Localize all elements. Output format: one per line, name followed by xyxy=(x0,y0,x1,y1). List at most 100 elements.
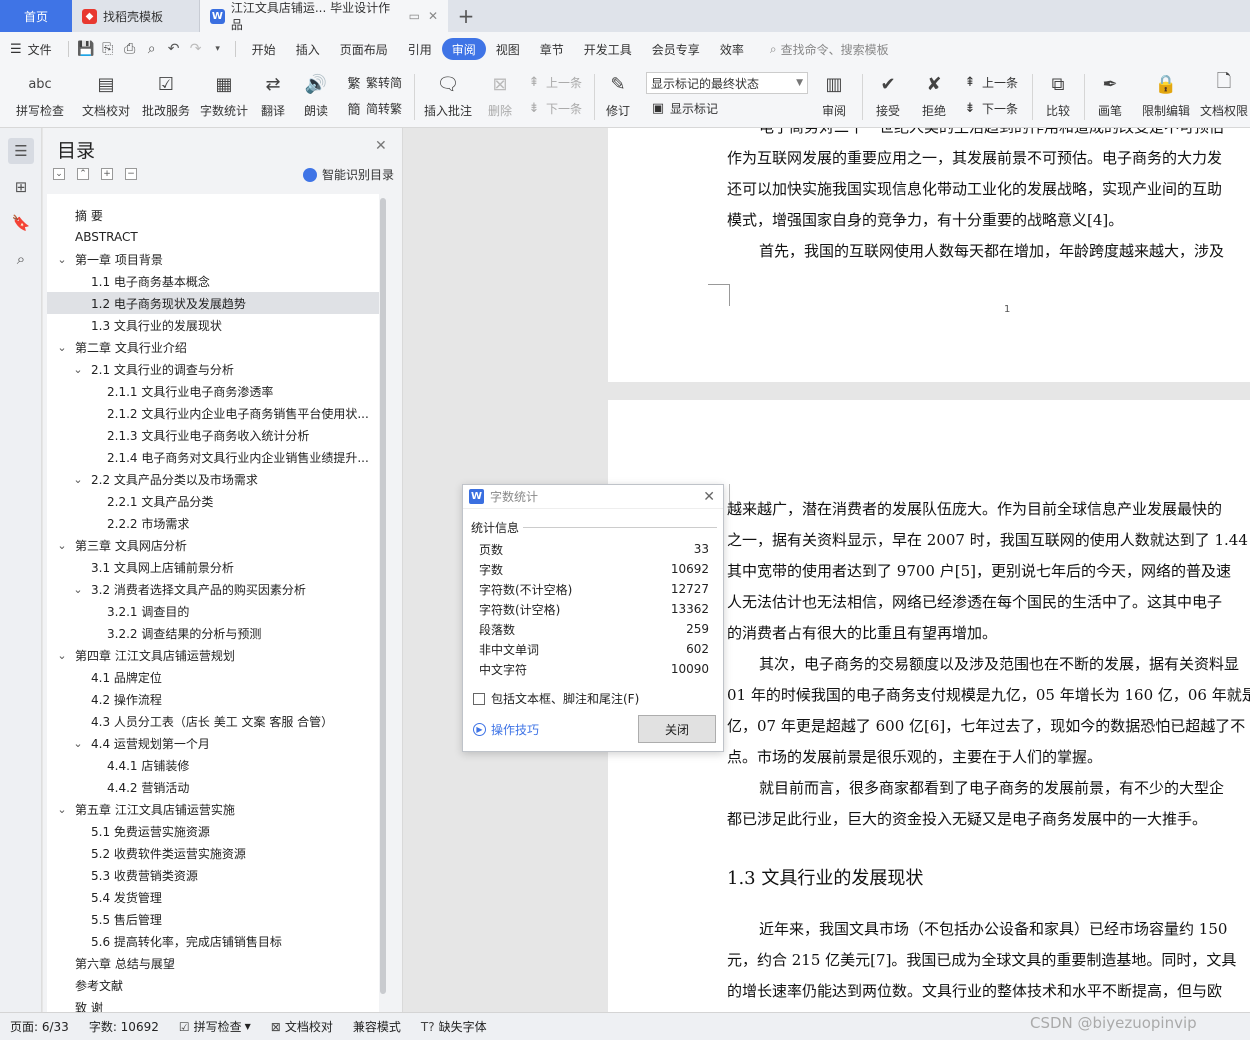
toc-item[interactable]: 4.2 操作流程 xyxy=(47,688,379,710)
prev-change-button[interactable]: ⇞ 上一条 xyxy=(962,74,1018,91)
new-tab-button[interactable]: + xyxy=(448,0,484,32)
menu-insert[interactable]: 插入 xyxy=(286,38,330,60)
insert-comment-button[interactable]: 🗨 插入批注 xyxy=(422,70,474,119)
toc-item[interactable]: 5.5 售后管理 xyxy=(47,908,379,930)
menu-review[interactable]: 审阅 xyxy=(441,38,486,60)
toc-item[interactable]: 3.1 文具网上店铺前景分析 xyxy=(47,556,379,578)
toc-item[interactable]: 2.1.2 文具行业内企业电子商务销售平台使用状... xyxy=(47,402,379,424)
chevron-down-icon[interactable]: ⌄ xyxy=(71,583,85,596)
compare-button[interactable]: ⧉ 比较 xyxy=(1040,70,1076,119)
document-permission-button[interactable]: 🗋 文档权限 xyxy=(1198,70,1250,119)
print-preview-icon[interactable]: ⌕ xyxy=(141,38,163,60)
accept-change-button[interactable]: ✔ 接受 xyxy=(870,70,906,119)
track-changes-button[interactable]: ✎ 修订 xyxy=(600,70,636,119)
word-count-button[interactable]: ▦ 字数统计 xyxy=(198,70,250,119)
toc-item[interactable]: 2.2.2 市场需求 xyxy=(47,512,379,534)
toc-item[interactable]: 摘 要 xyxy=(47,204,379,226)
chevron-down-icon[interactable]: ⌄ xyxy=(55,649,69,662)
prev-comment-button[interactable]: ⇞ 上一条 xyxy=(526,74,582,91)
toc-item[interactable]: 3.2.1 调查目的 xyxy=(47,600,379,622)
tab-document[interactable]: W 江江文具店铺运... 毕业设计作品 ▭ ✕ xyxy=(200,0,448,32)
chevron-down-icon[interactable]: ⌄ xyxy=(71,473,85,486)
search-icon[interactable]: ⌕ xyxy=(8,246,34,272)
menu-developer[interactable]: 开发工具 xyxy=(574,38,642,60)
export-pdf-icon[interactable]: ⎘ xyxy=(97,38,119,60)
toc-item[interactable]: 1.3 文具行业的发展现状 xyxy=(47,314,379,336)
missing-font[interactable]: T? 缺失字体 xyxy=(411,1018,497,1035)
tab-pin-icon[interactable]: ▭ xyxy=(409,9,420,23)
tab-close-icon[interactable]: ✕ xyxy=(428,9,438,23)
chevron-down-icon[interactable]: ⌄ xyxy=(55,539,69,552)
batch-service-button[interactable]: ☑ 批改服务 xyxy=(140,70,192,119)
tab-home[interactable]: 首页 xyxy=(0,0,72,32)
collapse-all-icon[interactable]: ⌃ xyxy=(77,168,89,180)
toc-item[interactable]: 参考文献 xyxy=(47,974,379,996)
add-heading-icon[interactable]: + xyxy=(101,168,113,180)
spell-check-button[interactable]: abc 拼写检查 xyxy=(10,70,70,119)
remove-heading-icon[interactable]: − xyxy=(125,168,137,180)
menu-page-layout[interactable]: 页面布局 xyxy=(330,38,398,60)
chevron-down-icon[interactable]: ⌄ xyxy=(71,363,85,376)
close-button[interactable]: 关闭 xyxy=(638,715,716,743)
toc-item[interactable]: 1.1 电子商务基本概念 xyxy=(47,270,379,292)
toc-item[interactable]: 5.1 免费运营实施资源 xyxy=(47,820,379,842)
page-indicator[interactable]: 页面: 6/33 xyxy=(0,1018,79,1035)
translate-button[interactable]: ⇄ 翻译 xyxy=(256,70,290,119)
close-icon[interactable]: ✕ xyxy=(375,138,387,154)
toc-item[interactable]: 4.4.2 营销活动 xyxy=(47,776,379,798)
proofread-button[interactable]: ▤ 文档校对 xyxy=(80,70,132,119)
review-pane-button[interactable]: ▥ 审阅 xyxy=(816,70,852,119)
close-icon[interactable]: ✕ xyxy=(703,489,715,505)
toc-scrollbar[interactable] xyxy=(379,194,387,1012)
toc-item[interactable]: 1.2 电子商务现状及发展趋势 xyxy=(47,292,379,314)
word-count-indicator[interactable]: 字数: 10692 xyxy=(79,1018,169,1035)
document-page-1[interactable]: 1 电子商务对二十一世纪人类的生活趋到的作用和道成的改变是不可预估作为互联网发展… xyxy=(608,128,1250,382)
checkbox-icon[interactable] xyxy=(473,692,485,705)
chapter-nav-icon[interactable]: ⊞ xyxy=(8,174,34,200)
reject-change-button[interactable]: ✘ 拒绝 xyxy=(916,70,952,119)
toc-item[interactable]: 2.1.3 文具行业电子商务收入统计分析 xyxy=(47,424,379,446)
toc-item[interactable]: ⌄ 第五章 江江文具店铺运营实施 xyxy=(47,798,379,820)
chevron-down-icon[interactable]: ⌄ xyxy=(55,253,69,266)
toc-item[interactable]: ⌄ 第三章 文具网店分析 xyxy=(47,534,379,556)
print-icon[interactable]: ⎙ xyxy=(119,38,141,60)
toc-item[interactable]: ⌄ 2.1 文具行业的调查与分析 xyxy=(47,358,379,380)
menu-start[interactable]: 开始 xyxy=(242,38,286,60)
toc-panel-icon[interactable]: ☰ xyxy=(8,138,34,164)
status-spell-check[interactable]: ☑ 拼写检查 ▼ xyxy=(169,1018,261,1035)
next-change-button[interactable]: ⇟ 下一条 xyxy=(962,100,1018,117)
customize-quick-access-icon[interactable]: ▾ xyxy=(207,38,229,60)
toc-item[interactable]: ⌄ 第二章 文具行业介绍 xyxy=(47,336,379,358)
toc-item[interactable]: ⌄ 第四章 江江文具店铺运营规划 xyxy=(47,644,379,666)
toc-item[interactable]: 2.1.4 电子商务对文具行业内企业销售业绩提升... xyxy=(47,446,379,468)
toc-item[interactable]: 2.1.1 文具行业电子商务渗透率 xyxy=(47,380,379,402)
toc-item[interactable]: 4.1 品牌定位 xyxy=(47,666,379,688)
toc-item[interactable]: 第六章 总结与展望 xyxy=(47,952,379,974)
toc-item[interactable]: 5.4 发货管理 xyxy=(47,886,379,908)
toc-item[interactable]: 4.3 人员分工表（店长 美工 文案 客服 合管） xyxy=(47,710,379,732)
markup-state-select[interactable]: 显示标记的最终状态 ▼ xyxy=(646,72,808,94)
toc-item[interactable]: 5.6 提高转化率，完成店铺销售目标 xyxy=(47,930,379,952)
expand-all-icon[interactable]: ⌄ xyxy=(53,168,65,180)
bookmark-icon[interactable]: 🔖 xyxy=(8,210,34,236)
ink-button[interactable]: ✒ 画笔 xyxy=(1092,70,1128,119)
toc-item[interactable]: 5.2 收费软件类运营实施资源 xyxy=(47,842,379,864)
status-proofread[interactable]: ⊠ 文档校对 xyxy=(261,1018,343,1035)
toc-item[interactable]: ⌄ 3.2 消费者选择文具产品的购买因素分析 xyxy=(47,578,379,600)
undo-icon[interactable]: ↶ xyxy=(163,38,185,60)
simp-to-trad-button[interactable]: 簡简转繁 xyxy=(346,100,402,118)
chevron-down-icon[interactable]: ⌄ xyxy=(55,341,69,354)
toc-item[interactable]: ⌄ 2.2 文具产品分类以及市场需求 xyxy=(47,468,379,490)
include-textbox-checkbox[interactable]: 包括文本框、脚注和尾注(F) xyxy=(473,690,639,707)
toc-item[interactable]: 4.4.1 店铺装修 xyxy=(47,754,379,776)
toc-item[interactable]: ⌄ 4.4 运营规划第一个月 xyxy=(47,732,379,754)
menu-member[interactable]: 会员专享 xyxy=(642,38,710,60)
next-comment-button[interactable]: ⇟ 下一条 xyxy=(526,100,582,117)
read-aloud-button[interactable]: 🔊 朗读 xyxy=(300,70,332,119)
restrict-editing-button[interactable]: 🔒 限制编辑 xyxy=(1140,70,1192,119)
command-search[interactable]: ⌕ 查找命令、搜索模板 xyxy=(770,41,889,58)
toc-item[interactable]: 3.2.2 调查结果的分析与预测 xyxy=(47,622,379,644)
menu-chapter[interactable]: 章节 xyxy=(530,38,574,60)
menu-references[interactable]: 引用 xyxy=(398,38,442,60)
file-menu[interactable]: ☰ 文件 xyxy=(0,38,62,60)
